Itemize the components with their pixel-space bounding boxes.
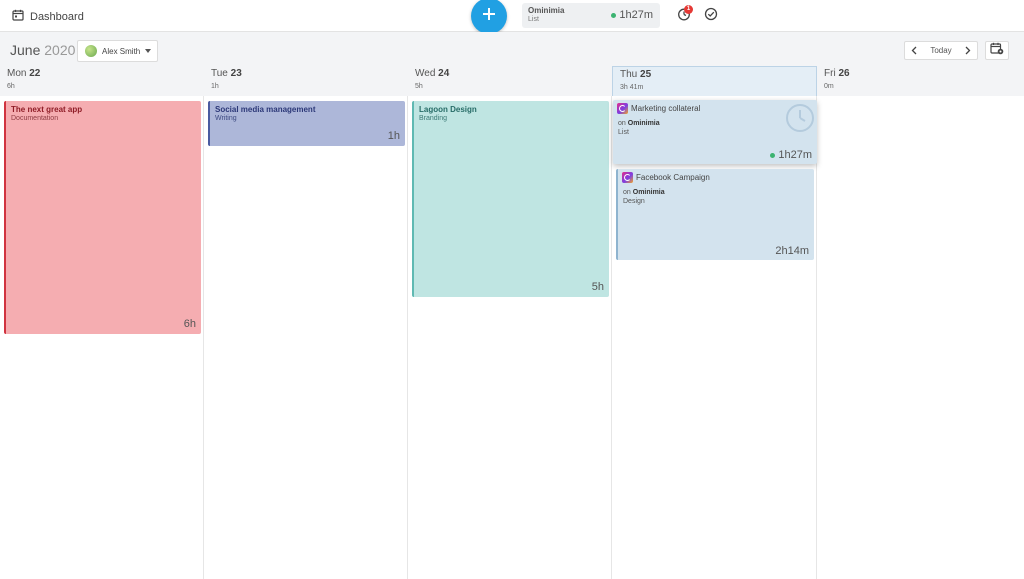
day-header-fri: Fri 26 0m xyxy=(817,66,1024,96)
day-header-mon: Mon 22 6h xyxy=(0,66,204,96)
chevron-left-icon xyxy=(911,46,917,55)
timer-time-value: 1h27m xyxy=(619,9,653,21)
task-duration: 2h14m xyxy=(775,245,809,257)
task-duration: 1h27m xyxy=(770,149,812,161)
task-card[interactable]: Facebook Campaign on Ominimia Design 2h1… xyxy=(616,169,814,260)
event-subtitle: Writing xyxy=(215,115,237,122)
event-duration: 6h xyxy=(183,318,196,330)
task-list: Design xyxy=(623,198,645,205)
running-timer[interactable]: Ominimia List 1h27m xyxy=(522,3,660,28)
day-column-tue[interactable] xyxy=(204,96,408,579)
task-title: Facebook Campaign xyxy=(636,173,710,182)
event-title: Lagoon Design xyxy=(419,105,477,114)
task-title: Marketing collateral xyxy=(631,104,701,113)
running-dot-icon xyxy=(770,152,776,158)
event-title: The next great app xyxy=(11,105,83,114)
event-subtitle: Documentation xyxy=(11,115,59,122)
timer-list: List xyxy=(528,16,539,23)
notification-badge: 1 xyxy=(684,5,693,14)
day-column-fri[interactable] xyxy=(817,96,1024,579)
dashboard-link[interactable]: Dashboard xyxy=(12,8,84,26)
event-card[interactable]: Lagoon Design Branding 5h xyxy=(412,101,609,297)
plus-icon xyxy=(482,7,496,26)
timer-time: 1h27m xyxy=(611,9,653,21)
event-subtitle: Branding xyxy=(419,115,448,122)
event-title: Social media management xyxy=(215,105,316,114)
task-list: List xyxy=(618,129,629,136)
month-title: June 2020 xyxy=(10,42,75,58)
event-card[interactable]: The next great app Documentation 6h xyxy=(4,101,201,334)
caret-down-icon xyxy=(145,49,152,53)
event-duration: 1h xyxy=(387,130,400,142)
task-project: on Ominimia xyxy=(623,189,665,196)
day-name: Tue 23 xyxy=(211,68,242,79)
task-project: on Ominimia xyxy=(618,120,660,127)
day-name: Mon 22 xyxy=(7,68,41,79)
day-name: Fri 26 xyxy=(824,68,850,79)
calendar-gear-icon xyxy=(990,42,1004,60)
avatar xyxy=(85,45,97,57)
add-button[interactable] xyxy=(471,0,507,34)
calendar-settings-button[interactable] xyxy=(985,41,1009,60)
day-header-tue: Tue 23 1h xyxy=(204,66,408,96)
day-header-wed: Wed 24 5h xyxy=(408,66,612,96)
chevron-right-icon xyxy=(965,46,971,55)
day-header-thu: Thu 25 3h 41m xyxy=(612,66,817,96)
day-name: Wed 24 xyxy=(415,68,450,79)
event-duration: 5h xyxy=(591,281,604,293)
user-selector[interactable]: Alex Smith xyxy=(77,40,158,62)
app-logo-icon xyxy=(622,172,633,183)
day-total: 1h xyxy=(211,83,219,90)
calendar-icon xyxy=(12,8,24,26)
timer-project: Ominimia xyxy=(528,6,565,15)
day-total: 3h 41m xyxy=(620,84,644,91)
running-dot-icon xyxy=(611,12,617,18)
day-total: 0m xyxy=(824,83,834,90)
day-total: 6h xyxy=(7,83,15,90)
week-grid: The next great app Documentation 6h Soci… xyxy=(0,96,1024,579)
user-name: Alex Smith xyxy=(102,46,141,56)
completed-tasks-button[interactable] xyxy=(703,7,719,26)
task-card[interactable]: Marketing collateral on Ominimia List 1h… xyxy=(613,100,817,164)
next-week-button[interactable] xyxy=(964,44,972,58)
top-bar: Dashboard Ominimia List 1h27m 1 xyxy=(0,0,1024,34)
day-name: Thu 25 xyxy=(620,69,652,80)
month-year: 2020 xyxy=(44,42,76,58)
today-button[interactable]: Today xyxy=(930,46,951,55)
event-card[interactable]: Social media management Writing 1h xyxy=(208,101,405,146)
previous-week-button[interactable] xyxy=(910,44,918,58)
dashboard-label: Dashboard xyxy=(30,11,84,23)
clock-icon xyxy=(785,103,815,133)
app-logo-icon xyxy=(617,103,628,114)
check-circle-icon xyxy=(704,7,718,26)
week-navigation: Today xyxy=(904,41,978,60)
day-total: 5h xyxy=(415,83,423,90)
month-name: June xyxy=(10,42,41,58)
